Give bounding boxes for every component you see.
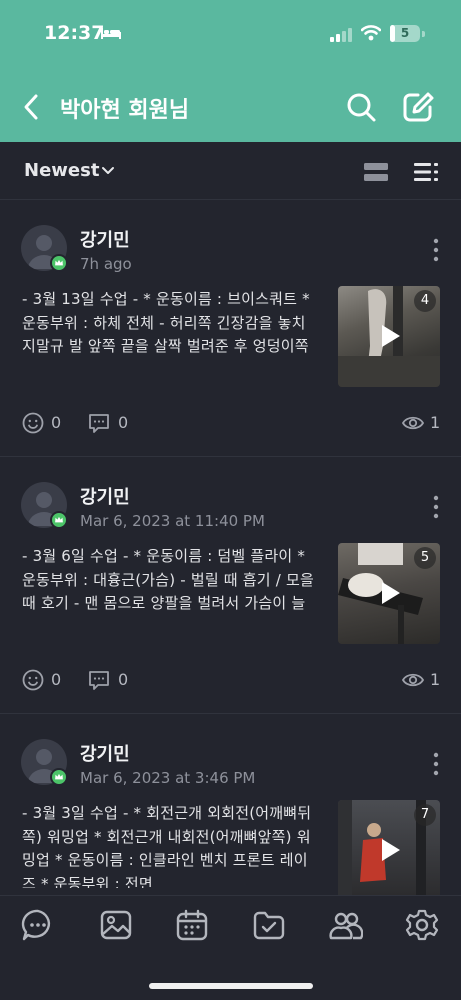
post-excerpt[interactable]: - 3월 13일 수업 - * 운동이름 : 브이스쿼트 * 운동부위 : 하체… bbox=[22, 288, 318, 360]
post-author[interactable]: 강기민 bbox=[80, 483, 130, 509]
image-icon[interactable] bbox=[99, 908, 133, 942]
chat-icon[interactable] bbox=[21, 908, 55, 942]
chevron-down-icon[interactable] bbox=[101, 164, 115, 178]
play-icon[interactable] bbox=[374, 835, 404, 865]
smiley-icon[interactable] bbox=[22, 669, 44, 691]
comment-icon[interactable] bbox=[88, 669, 110, 691]
sleep-focus-icon bbox=[101, 28, 121, 39]
post-card[interactable]: 강기민 Mar 6, 2023 at 11:40 PM - 3월 6일 수업 -… bbox=[0, 457, 461, 714]
view-count: 1 bbox=[430, 670, 441, 689]
search-icon[interactable] bbox=[344, 90, 378, 124]
smiley-icon[interactable] bbox=[22, 412, 44, 434]
post-thumbnail[interactable]: 5 bbox=[338, 543, 440, 644]
folder-check-icon[interactable] bbox=[252, 908, 286, 942]
post-thumbnail[interactable]: 4 bbox=[338, 286, 440, 387]
feed-toolbar: Newest bbox=[0, 142, 461, 200]
reaction-count: 0 bbox=[51, 413, 62, 432]
more-icon[interactable] bbox=[431, 495, 441, 519]
home-indicator[interactable] bbox=[149, 983, 313, 989]
post-card[interactable]: 강기민 7h ago - 3월 13일 수업 - * 운동이름 : 브이스쿼트 … bbox=[0, 200, 461, 457]
media-count-badge: 7 bbox=[414, 804, 436, 826]
post-author[interactable]: 강기민 bbox=[80, 740, 130, 766]
eye-icon bbox=[402, 673, 424, 687]
post-excerpt[interactable]: - 3월 6일 수업 - * 운동이름 : 덤벨 플라이 * 운동부위 : 대흉… bbox=[22, 545, 318, 617]
view-count: 1 bbox=[430, 413, 441, 432]
post-time: Mar 6, 2023 at 11:40 PM bbox=[80, 512, 265, 530]
reaction-count: 0 bbox=[51, 670, 62, 689]
comment-icon[interactable] bbox=[88, 412, 110, 434]
battery-nub bbox=[422, 31, 425, 37]
more-icon[interactable] bbox=[431, 752, 441, 776]
media-count-badge: 4 bbox=[414, 290, 436, 312]
page-title: 박아현 회원님 bbox=[60, 98, 190, 123]
more-icon[interactable] bbox=[431, 238, 441, 262]
signal-icon bbox=[330, 28, 352, 42]
crown-badge-icon bbox=[50, 768, 68, 786]
post-excerpt[interactable]: - 3월 3일 수업 - * 회전근개 외회전(어깨뼈뒤쪽) 워밍업 * 회전근… bbox=[22, 802, 318, 888]
post-time: 7h ago bbox=[80, 255, 132, 273]
post-time: Mar 6, 2023 at 3:46 PM bbox=[80, 769, 256, 787]
calendar-icon[interactable] bbox=[175, 908, 209, 942]
back-arrow-icon[interactable] bbox=[20, 90, 44, 124]
eye-icon bbox=[402, 416, 424, 430]
play-icon[interactable] bbox=[374, 321, 404, 351]
card-view-icon[interactable] bbox=[364, 162, 388, 182]
edit-icon[interactable] bbox=[401, 90, 435, 124]
settings-icon[interactable] bbox=[405, 908, 439, 942]
app-header: 12:37 5 박아현 회원님 bbox=[0, 0, 461, 142]
post-author[interactable]: 강기민 bbox=[80, 226, 130, 252]
battery-level: 5 bbox=[400, 26, 410, 40]
comment-count: 0 bbox=[118, 413, 129, 432]
comment-count: 0 bbox=[118, 670, 129, 689]
post-thumbnail[interactable]: 7 bbox=[338, 800, 440, 901]
battery-indicator: 5 bbox=[390, 25, 420, 42]
sort-dropdown[interactable]: Newest bbox=[24, 160, 99, 181]
crown-badge-icon bbox=[50, 254, 68, 272]
crown-badge-icon bbox=[50, 511, 68, 529]
play-icon[interactable] bbox=[374, 578, 404, 608]
list-view-icon[interactable] bbox=[414, 162, 438, 182]
wifi-icon bbox=[361, 25, 381, 41]
status-time: 12:37 bbox=[44, 22, 105, 44]
people-icon[interactable] bbox=[329, 908, 363, 942]
media-count-badge: 5 bbox=[414, 547, 436, 569]
